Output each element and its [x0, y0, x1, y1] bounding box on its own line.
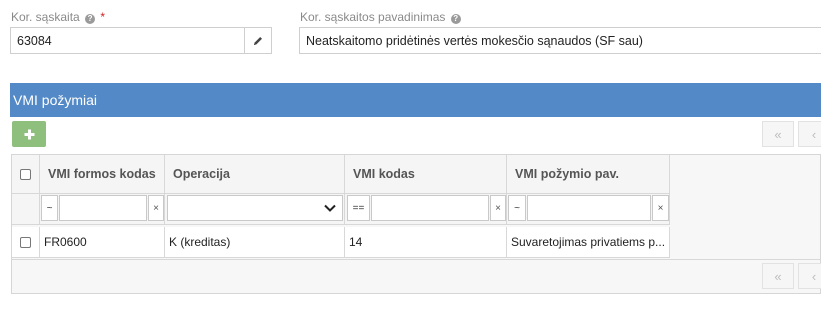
section-header: VMI požymiai [10, 83, 821, 117]
section-title: VMI požymiai [13, 92, 98, 108]
table-cell-vmi-name[interactable]: Suvaretojimas privatiems p... [507, 227, 670, 258]
prev-page-button[interactable]: ‹ [798, 121, 821, 147]
filter-operation-select[interactable] [167, 195, 343, 221]
account-name-input[interactable]: Neatskaitomo pridėtinės vertės mokesčio … [299, 27, 821, 54]
select-all-checkbox[interactable] [20, 168, 31, 180]
required-marker: * [100, 10, 106, 24]
filter-clear-button[interactable]: × [652, 195, 669, 221]
first-page-label: « [774, 268, 782, 284]
filter-vmi-name: ~ × [507, 194, 670, 225]
close-icon: × [657, 202, 664, 214]
column-header-vmi-name[interactable]: VMI požymio pav. [507, 155, 670, 194]
vmi-grid: VMI formos kodas Operacija VMI kodas VMI… [11, 154, 821, 294]
prev-page-button[interactable]: ‹ [798, 263, 821, 289]
first-page-button[interactable]: « [762, 121, 794, 147]
pencil-icon [254, 36, 262, 45]
vmi-code-value: 14 [349, 235, 363, 249]
column-header-operation[interactable]: Operacija [165, 155, 345, 194]
edit-account-button[interactable] [244, 27, 272, 54]
plus-icon [24, 129, 34, 139]
select-all-cell [12, 155, 40, 194]
operation-value: K (kreditas) [169, 235, 231, 249]
chevron-down-icon [324, 204, 336, 212]
first-page-button[interactable]: « [762, 263, 794, 289]
filter-clear-button[interactable]: × [148, 195, 164, 221]
row-select-cell [12, 227, 40, 258]
filter-operation [165, 194, 345, 225]
filter-operator-label: ~ [46, 202, 53, 214]
help-icon[interactable]: ? [85, 14, 96, 24]
account-name-label: Kor. sąskaitos pavadinimas ? [300, 10, 461, 24]
close-icon: × [153, 202, 159, 214]
row-checkbox[interactable] [20, 236, 31, 248]
prev-page-label: ‹ [811, 126, 817, 142]
filter-operator-button[interactable]: == [347, 195, 370, 221]
column-header-vmi-code[interactable]: VMI kodas [345, 155, 507, 194]
add-button[interactable] [12, 121, 46, 147]
account-name-label-text: Kor. sąskaitos pavadinimas [300, 10, 446, 24]
vmi-name-value: Suvaretojimas privatiems p... [511, 235, 666, 249]
column-header-label: VMI formos kodas [48, 167, 156, 181]
filter-form-code: ~ × [40, 194, 165, 225]
filter-clear-button[interactable]: × [490, 195, 506, 221]
table-cell-form-code[interactable]: FR0600 [40, 227, 165, 258]
help-icon[interactable]: ? [450, 14, 461, 24]
filter-form-code-input[interactable] [59, 195, 147, 221]
filter-spacer [12, 194, 40, 225]
column-header-label: VMI požymio pav. [515, 167, 619, 181]
filter-vmi-code: == × [345, 194, 507, 225]
account-value: 63084 [17, 33, 52, 48]
table-cell-operation[interactable]: K (kreditas) [165, 227, 345, 258]
column-header-form-code[interactable]: VMI formos kodas [40, 155, 165, 194]
filter-operator-button[interactable]: ~ [41, 195, 58, 221]
first-page-label: « [774, 126, 782, 142]
form-code-value: FR0600 [44, 235, 87, 249]
account-label-text: Kor. sąskaita [11, 10, 80, 24]
account-name-value: Neatskaitomo pridėtinės vertės mokesčio … [306, 33, 643, 48]
filter-operator-button[interactable]: ~ [508, 195, 526, 221]
account-label: Kor. sąskaita ? * [11, 10, 105, 24]
prev-page-label: ‹ [811, 268, 817, 284]
grid-footer-divider [12, 259, 820, 260]
filter-operator-label: == [352, 202, 365, 214]
column-header-label: Operacija [173, 167, 230, 181]
table-cell-vmi-code[interactable]: 14 [345, 227, 507, 258]
filter-operator-label: ~ [514, 202, 520, 214]
filter-vmi-name-input[interactable] [527, 195, 651, 221]
account-input[interactable]: 63084 [10, 27, 245, 54]
column-header-label: VMI kodas [353, 167, 415, 181]
close-icon: × [495, 202, 501, 214]
filter-vmi-code-input[interactable] [371, 195, 489, 221]
